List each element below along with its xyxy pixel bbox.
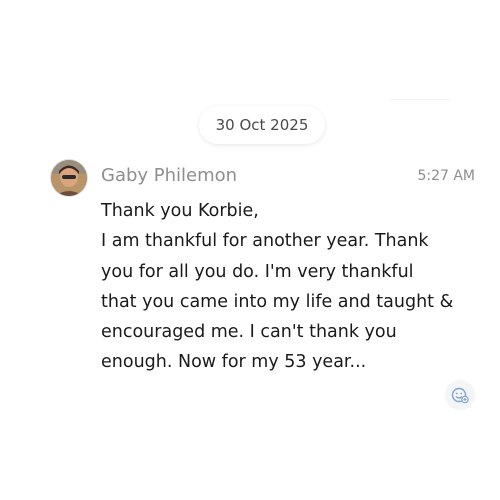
- message-body: Thank you Korbie, I am thankful for anot…: [101, 196, 481, 378]
- message-line: encouraged me. I can't thank you: [101, 322, 397, 343]
- divider: [390, 99, 450, 100]
- message-time: 5:27 AM: [417, 168, 475, 184]
- sender-name[interactable]: Gaby Philemon: [101, 165, 237, 186]
- date-divider: 30 Oct 2025: [199, 106, 325, 144]
- message-line: Thank you Korbie,: [101, 201, 259, 221]
- date-label: 30 Oct 2025: [215, 116, 309, 134]
- add-reaction-icon: [451, 387, 469, 404]
- avatar-photo: [51, 160, 87, 196]
- message-line: you for all you do. I'm very thankful: [101, 261, 414, 282]
- avatar[interactable]: [51, 160, 87, 196]
- chat-screen: 30 Oct 2025 Gaby Philemon 5:27 AM Thank …: [0, 0, 500, 500]
- message-line: enough. Now for my 53 year...: [101, 352, 367, 373]
- message-line: that you came into my life and taught &: [101, 291, 454, 312]
- message-line: I am thankful for another year. Thank: [101, 231, 429, 252]
- add-reaction-button[interactable]: [445, 380, 475, 410]
